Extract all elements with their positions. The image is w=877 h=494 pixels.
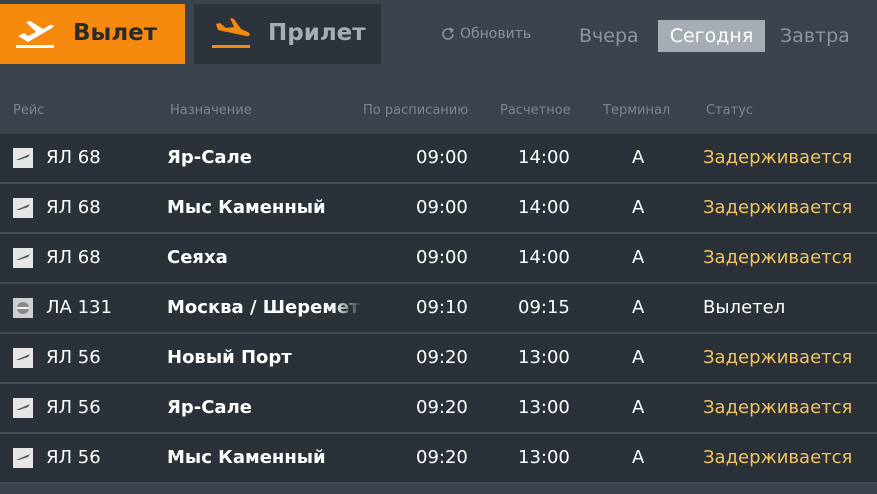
flight-number: ЯЛ 68 <box>46 147 101 168</box>
status: Задерживается <box>703 347 853 368</box>
table-row[interactable]: ЯЛ 56 Мыс Каменный 09:20 13:00 A Задержи… <box>0 434 877 484</box>
scheduled-time: 09:20 <box>416 347 468 368</box>
yamal-logo-icon <box>13 198 33 218</box>
refresh-label: Обновить <box>460 26 532 42</box>
flight-number: ЛА 131 <box>46 297 112 318</box>
status: Вылетел <box>703 297 786 318</box>
destination: Новый Порт <box>167 347 292 368</box>
scheduled-time: 09:20 <box>416 397 468 418</box>
table-row[interactable]: ЯЛ 68 Сеяха 09:00 14:00 A Задерживается <box>0 234 877 284</box>
terminal: A <box>632 247 645 268</box>
destination: Мыс Каменный <box>167 447 326 468</box>
estimated-time: 14:00 <box>518 197 570 218</box>
refresh-icon <box>442 27 455 40</box>
estimated-time: 09:15 <box>518 297 570 318</box>
status: Задерживается <box>703 397 853 418</box>
scheduled-time: 09:10 <box>416 297 468 318</box>
flights-table: ЯЛ 68 Яр-Сале 09:00 14:00 A Задерживаетс… <box>0 134 877 484</box>
terminal: A <box>632 197 645 218</box>
yamal-logo-icon <box>13 348 33 368</box>
header-terminal: Терминал <box>603 103 671 118</box>
day-tomorrow[interactable]: Завтра <box>780 20 850 52</box>
destination: Сеяха <box>167 247 228 268</box>
arrivals-tab[interactable]: Прилет <box>194 4 381 64</box>
terminal: A <box>632 347 645 368</box>
flight-number: ЯЛ 56 <box>46 347 101 368</box>
yamal-logo-icon <box>13 448 33 468</box>
header-status: Статус <box>706 103 754 118</box>
destination: Яр-Сале <box>167 397 252 418</box>
flight-number: ЯЛ 56 <box>46 397 101 418</box>
status: Задерживается <box>703 447 853 468</box>
yamal-logo-icon <box>13 398 33 418</box>
terminal: A <box>632 297 645 318</box>
table-row[interactable]: ЛА 131 Москва / Шереметьево 09:10 09:15 … <box>0 284 877 334</box>
estimated-time: 14:00 <box>518 247 570 268</box>
airline-logo-icon <box>13 298 33 318</box>
arrivals-label: Прилет <box>268 20 366 46</box>
refresh-button[interactable]: Обновить <box>440 26 531 42</box>
scheduled-time: 09:20 <box>416 447 468 468</box>
day-yesterday[interactable]: Вчера <box>579 20 639 52</box>
yamal-logo-icon <box>13 148 33 168</box>
table-row[interactable]: ЯЛ 56 Новый Порт 09:20 13:00 A Задержива… <box>0 334 877 384</box>
scheduled-time: 09:00 <box>416 147 468 168</box>
yamal-logo-icon <box>13 248 33 268</box>
table-row[interactable]: ЯЛ 56 Яр-Сале 09:20 13:00 A Задерживаетс… <box>0 384 877 434</box>
top-bar: Вылет Прилет Обновить Вчера Сегодня Завт… <box>0 0 877 76</box>
terminal: A <box>632 397 645 418</box>
terminal: A <box>632 447 645 468</box>
table-header: Рейс Назначение По расписанию Расчетное … <box>0 100 877 130</box>
flight-number: ЯЛ 68 <box>46 247 101 268</box>
estimated-time: 13:00 <box>518 397 570 418</box>
table-row[interactable]: ЯЛ 68 Яр-Сале 09:00 14:00 A Задерживаетс… <box>0 134 877 184</box>
status: Задерживается <box>703 197 853 218</box>
flight-number: ЯЛ 56 <box>46 447 101 468</box>
arriving-plane-icon <box>212 18 250 48</box>
table-row[interactable]: ЯЛ 68 Мыс Каменный 09:00 14:00 A Задержи… <box>0 184 877 234</box>
scheduled-time: 09:00 <box>416 247 468 268</box>
destination: Мыс Каменный <box>167 197 326 218</box>
scheduled-time: 09:00 <box>416 197 468 218</box>
destination: Яр-Сале <box>167 147 252 168</box>
estimated-time: 14:00 <box>518 147 570 168</box>
header-flight: Рейс <box>13 103 45 118</box>
departing-plane-icon <box>16 21 54 48</box>
departures-label: Вылет <box>73 20 158 46</box>
day-today[interactable]: Сегодня <box>658 20 765 52</box>
departures-tab[interactable]: Вылет <box>0 4 185 64</box>
estimated-time: 13:00 <box>518 347 570 368</box>
destination: Москва / Шереметьево <box>167 297 362 318</box>
status: Задерживается <box>703 147 853 168</box>
estimated-time: 13:00 <box>518 447 570 468</box>
status: Задерживается <box>703 247 853 268</box>
header-destination: Назначение <box>170 103 252 118</box>
header-scheduled: По расписанию <box>363 103 469 118</box>
header-estimated: Расчетное <box>500 103 571 118</box>
terminal: A <box>632 147 645 168</box>
flight-number: ЯЛ 68 <box>46 197 101 218</box>
